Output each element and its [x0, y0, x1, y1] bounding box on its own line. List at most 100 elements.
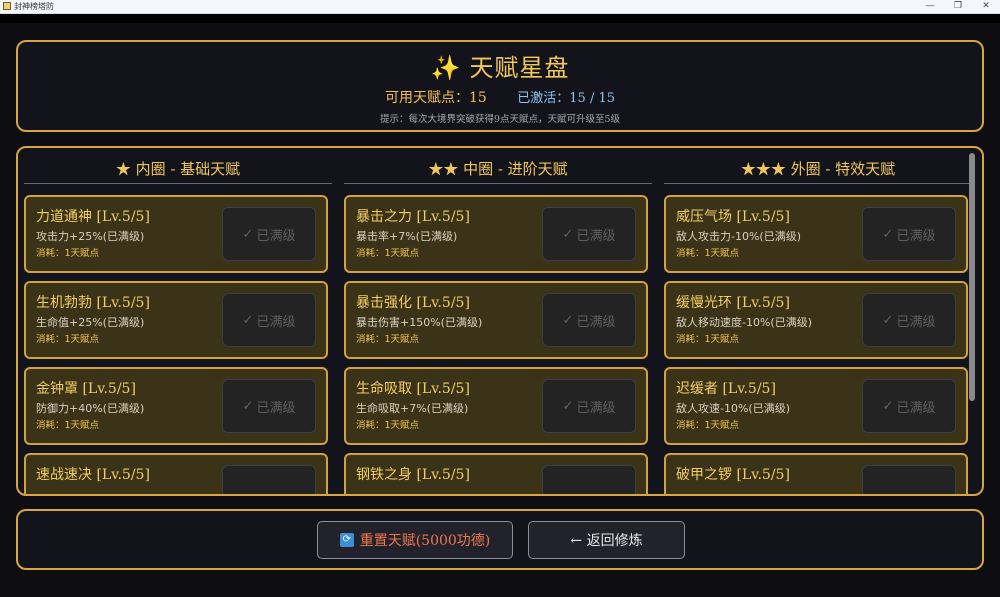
hint-text: 提示：每次大境界突破获得9点天赋点，天赋可升级至5级 [379, 114, 621, 125]
max-level-button[interactable]: ✓ 已满级 [542, 207, 636, 261]
top-bar [0, 14, 1000, 23]
back-to-cultivation-button[interactable]: ← 返回修炼 [528, 521, 685, 559]
talent-desc: 生命吸取+7%(已满级) [356, 402, 469, 415]
page-title: ✨ 天赋星盘 [18, 48, 982, 83]
max-level-label: 已满级 [256, 400, 296, 416]
column-header-outer: ★★★ 外圈 - 特效天赋 [664, 158, 972, 184]
talent-desc: 敌人攻速-10%(已满级) [676, 402, 791, 415]
window-title: 封神榜塔防 [14, 2, 54, 11]
talent-panel: ★ 内圈 - 基础天赋 ★★ 中圈 - 进阶天赋 ★★★ 外圈 - 特效天赋 力… [16, 146, 984, 496]
app-icon [3, 2, 11, 10]
talent-scrollbar[interactable] [969, 153, 975, 401]
talent-desc: 生命值+25%(已满级) [36, 316, 145, 329]
max-level-label: 已满级 [576, 400, 616, 416]
talent-desc: 防御力+40%(已满级) [36, 402, 145, 415]
refresh-icon: ⟳ [339, 533, 354, 547]
max-level-label: 已满级 [896, 400, 936, 416]
talent-card: 钢铁之身 [Lv.5/5] [344, 453, 648, 494]
talent-card: 暴击强化 [Lv.5/5] 暴击伤害+150%(已满级) 消耗：1天赋点 ✓ 已满… [344, 281, 648, 359]
max-level-button[interactable]: ✓ 已满级 [862, 379, 956, 433]
check-icon: ✓ [882, 312, 894, 328]
max-level-button[interactable]: ✓ 已满级 [222, 207, 316, 261]
check-icon: ✓ [562, 398, 574, 414]
check-icon: ✓ [242, 226, 254, 242]
talent-cost: 消耗：1天赋点 [356, 248, 420, 259]
header-panel: ✨ 天赋星盘 可用天赋点：15 已激活：15 / 15 提示：每次大境界突破获得9… [16, 40, 984, 132]
talent-card: 金钟罩 [Lv.5/5] 防御力+40%(已满级) 消耗：1天赋点 ✓ 已满级 [24, 367, 328, 445]
talent-card: 生命吸取 [Lv.5/5] 生命吸取+7%(已满级) 消耗：1天赋点 ✓ 已满级 [344, 367, 648, 445]
talent-cost: 消耗：1天赋点 [36, 248, 100, 259]
talent-name: 威压气场 [Lv.5/5] [676, 209, 790, 225]
max-level-button[interactable]: ✓ 已满级 [542, 293, 636, 347]
talent-name: 速战速决 [Lv.5/5] [36, 467, 150, 483]
max-level-label: 已满级 [576, 314, 616, 330]
talent-card: 缓慢光环 [Lv.5/5] 敌人移动速度-10%(已满级) 消耗：1天赋点 ✓ 已… [664, 281, 968, 359]
max-level-label: 已满级 [576, 228, 616, 244]
column-header-middle: ★★ 中圈 - 进阶天赋 [344, 158, 652, 184]
talent-card: 生机勃勃 [Lv.5/5] 生命值+25%(已满级) 消耗：1天赋点 ✓ 已满级 [24, 281, 328, 359]
talent-name: 生机勃勃 [Lv.5/5] [36, 295, 150, 311]
activated-value: 15 / 15 [569, 91, 616, 106]
talent-card: 威压气场 [Lv.5/5] 敌人攻击力-10%(已满级) 消耗：1天赋点 ✓ 已满… [664, 195, 968, 273]
activated-count: 已激活：15 / 15 [517, 91, 615, 106]
footer-panel: ⟳ 重置天赋(5000功德) ← 返回修炼 [16, 509, 984, 570]
max-level-button[interactable]: ✓ 已满级 [222, 293, 316, 347]
check-icon: ✓ [882, 398, 894, 414]
talent-name: 缓慢光环 [Lv.5/5] [676, 295, 790, 311]
talent-name: 迟缓者 [Lv.5/5] [676, 381, 776, 397]
talent-card: 速战速决 [Lv.5/5] [24, 453, 328, 494]
available-points-label: 可用天赋点： [384, 90, 469, 106]
talent-cost: 消耗：1天赋点 [676, 420, 740, 431]
column-header-inner: ★ 内圈 - 基础天赋 [24, 158, 332, 184]
max-level-button[interactable] [222, 465, 316, 494]
check-icon: ✓ [242, 312, 254, 328]
talent-name: 生命吸取 [Lv.5/5] [356, 381, 470, 397]
talent-name: 金钟罩 [Lv.5/5] [36, 381, 136, 397]
max-level-label: 已满级 [896, 314, 936, 330]
max-level-label: 已满级 [256, 314, 296, 330]
activated-label: 已激活： [517, 91, 570, 106]
talent-card: 破甲之锣 [Lv.5/5] [664, 453, 968, 494]
maximize-icon[interactable]: ❐ [944, 0, 972, 13]
close-icon[interactable]: ✕ [972, 0, 1000, 13]
talent-cost: 消耗：1天赋点 [36, 420, 100, 431]
max-level-button[interactable]: ✓ 已满级 [862, 207, 956, 261]
reset-talents-label: 重置天赋(5000功德) [359, 533, 491, 549]
max-level-button[interactable]: ✓ 已满级 [222, 379, 316, 433]
talent-cost: 消耗：1天赋点 [36, 334, 100, 345]
page-title-text: 天赋星盘 [469, 54, 570, 82]
back-label: ← 返回修炼 [570, 533, 643, 549]
talent-card: 迟缓者 [Lv.5/5] 敌人攻速-10%(已满级) 消耗：1天赋点 ✓ 已满级 [664, 367, 968, 445]
talent-desc: 暴击率+7%(已满级) [356, 230, 458, 243]
max-level-button[interactable] [862, 465, 956, 494]
talent-desc: 敌人攻击力-10%(已满级) [676, 230, 802, 243]
stats-row: 可用天赋点：15 已激活：15 / 15 [18, 87, 982, 107]
talent-name: 力道通神 [Lv.5/5] [36, 209, 150, 225]
check-icon: ✓ [882, 226, 894, 242]
talent-card: 力道通神 [Lv.5/5] 攻击力+25%(已满级) 消耗：1天赋点 ✓ 已满级 [24, 195, 328, 273]
talent-cost: 消耗：1天赋点 [676, 248, 740, 259]
talent-card: 暴击之力 [Lv.5/5] 暴击率+7%(已满级) 消耗：1天赋点 ✓ 已满级 [344, 195, 648, 273]
talent-cost: 消耗：1天赋点 [676, 334, 740, 345]
check-icon: ✓ [242, 398, 254, 414]
talent-name: 暴击强化 [Lv.5/5] [356, 295, 470, 311]
max-level-label: 已满级 [896, 228, 936, 244]
talent-cost: 消耗：1天赋点 [356, 334, 420, 345]
reset-talents-button[interactable]: ⟳ 重置天赋(5000功德) [317, 521, 513, 559]
max-level-button[interactable]: ✓ 已满级 [862, 293, 956, 347]
window-titlebar: 封神榜塔防 — ❐ ✕ [0, 0, 1000, 14]
talent-desc: 暴击伤害+150%(已满级) [356, 316, 483, 329]
max-level-label: 已满级 [256, 228, 296, 244]
available-points: 可用天赋点：15 [385, 90, 487, 106]
talent-desc: 攻击力+25%(已满级) [36, 230, 145, 243]
minimize-icon[interactable]: — [916, 0, 944, 13]
sparkles-icon: ✨ [430, 54, 462, 82]
talent-name: 破甲之锣 [Lv.5/5] [676, 467, 790, 483]
available-points-value: 15 [468, 90, 487, 106]
talent-name: 暴击之力 [Lv.5/5] [356, 209, 470, 225]
talent-cost: 消耗：1天赋点 [356, 420, 420, 431]
max-level-button[interactable] [542, 465, 636, 494]
talent-name: 钢铁之身 [Lv.5/5] [356, 467, 470, 483]
max-level-button[interactable]: ✓ 已满级 [542, 379, 636, 433]
check-icon: ✓ [562, 312, 574, 328]
